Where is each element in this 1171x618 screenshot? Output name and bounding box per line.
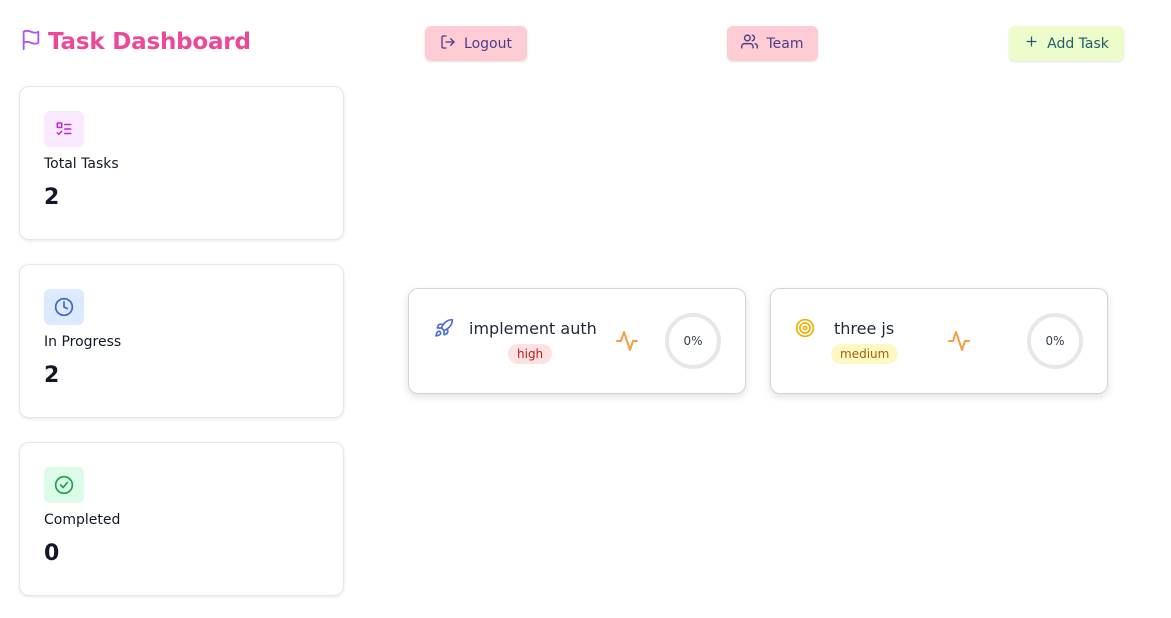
rocket-icon	[433, 317, 455, 339]
users-icon	[741, 33, 759, 54]
clock-icon	[44, 289, 84, 325]
progress-label: 0%	[1045, 334, 1065, 348]
stat-card-completed: Completed 0	[19, 442, 344, 596]
logout-label: Logout	[464, 35, 512, 52]
task-title: three js	[834, 319, 895, 338]
progress-ring: 0%	[1027, 313, 1083, 369]
task-card[interactable]: three js medium 0%	[770, 288, 1108, 394]
priority-badge: high	[508, 344, 553, 364]
stat-label: Completed	[44, 512, 121, 528]
add-task-label: Add Task	[1047, 35, 1109, 52]
progress-ring: 0%	[665, 313, 721, 369]
progress-label: 0%	[683, 334, 703, 348]
team-button[interactable]: Team	[727, 26, 818, 61]
list-checks-icon	[44, 111, 84, 147]
page-header: Task Dashboard	[20, 28, 251, 56]
flag-icon	[20, 28, 42, 56]
stat-value: 2	[44, 363, 60, 388]
stat-value: 0	[44, 541, 60, 566]
stat-card-in-progress: In Progress 2	[19, 264, 344, 418]
priority-badge: medium	[831, 344, 899, 364]
add-task-button[interactable]: Add Task	[1009, 26, 1124, 61]
stat-label: Total Tasks	[44, 156, 119, 172]
page-title: Task Dashboard	[48, 29, 251, 55]
logout-button[interactable]: Logout	[425, 26, 527, 61]
task-card[interactable]: implement auth high 0%	[408, 288, 746, 394]
stat-card-total: Total Tasks 2	[19, 86, 344, 240]
stat-value: 2	[44, 185, 60, 210]
task-title: implement auth	[469, 319, 597, 338]
check-circle-icon	[44, 467, 84, 503]
logout-icon	[440, 34, 456, 54]
stat-label: In Progress	[44, 334, 122, 350]
target-icon	[794, 317, 816, 339]
team-label: Team	[766, 35, 804, 52]
plus-icon	[1024, 34, 1039, 53]
activity-icon	[615, 329, 639, 353]
activity-icon	[947, 329, 971, 353]
